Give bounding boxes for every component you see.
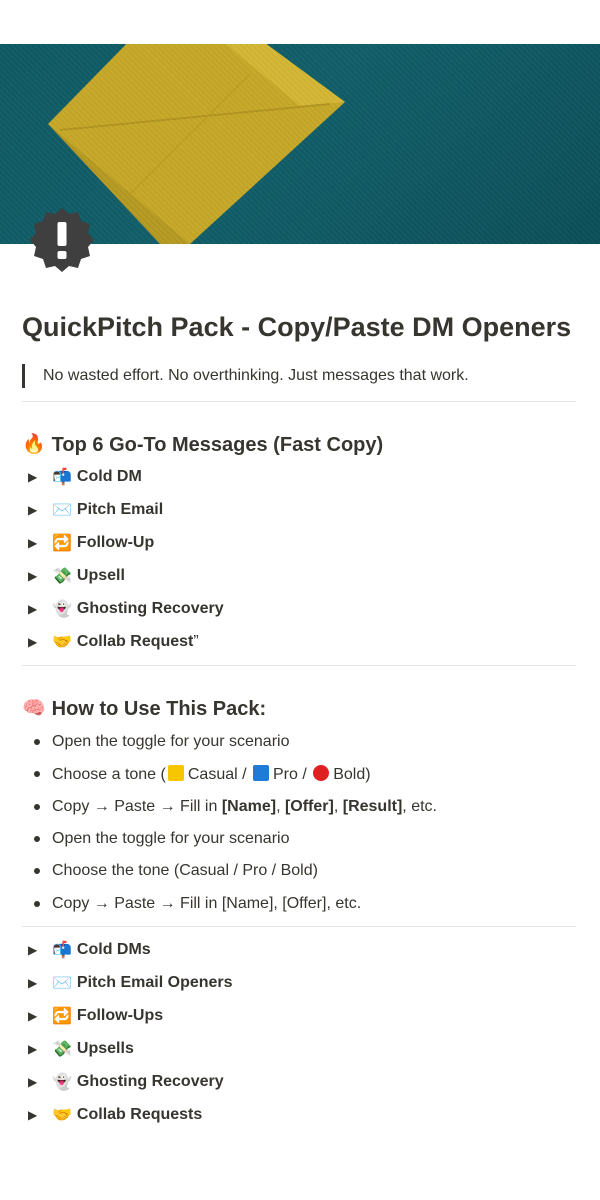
- top-bar: [0, 0, 600, 44]
- fire-icon: 🔥: [22, 434, 46, 455]
- red-circle-icon: [313, 764, 330, 781]
- toggle-label: Pitch Email Openers: [76, 974, 233, 992]
- toggle-follow-ups[interactable]: ▶ 🔁 Follow-Ups: [22, 1000, 576, 1033]
- howto-heading-text: How to Use This Pack:: [51, 698, 267, 720]
- toggle-label: Follow-Ups: [76, 1007, 164, 1025]
- toggle-label: Ghosting Recovery: [76, 1073, 224, 1091]
- list-item: Copy → Paste → Fill in [Name], [Offer], …: [22, 791, 576, 823]
- toggle-ghosting-recovery-section[interactable]: ▶ 👻 Ghosting Recovery: [22, 1066, 576, 1099]
- yellow-square-icon: [167, 764, 184, 781]
- list-item: Choose the tone (Casual / Pro / Bold): [22, 855, 576, 887]
- divider: [22, 665, 576, 666]
- toggle-triangle-icon[interactable]: ▶: [22, 1009, 52, 1023]
- list-item-text: Copy → Paste → Fill in [Name], [Offer], …: [52, 894, 362, 912]
- toggle-triangle-icon[interactable]: ▶: [22, 635, 52, 649]
- toggle-triangle-icon[interactable]: ▶: [22, 976, 52, 990]
- toggle-label: Pitch Email: [76, 500, 164, 518]
- toggle-triangle-icon[interactable]: ▶: [22, 943, 52, 957]
- bullet-dot: [22, 836, 52, 843]
- divider: [22, 401, 576, 402]
- top6-heading: 🔥 Top 6 Go-To Messages (Fast Copy): [22, 431, 576, 459]
- list-item: Copy → Paste → Fill in [Name], [Offer], …: [22, 887, 576, 919]
- bullet-dot: [22, 900, 52, 907]
- list-item: Open the toggle for your scenario: [22, 823, 576, 855]
- toggle-triangle-icon[interactable]: ▶: [22, 602, 52, 616]
- bullet-dot: [22, 739, 52, 746]
- list-item-text: Copy → Paste → Fill in [Name], [Offer], …: [52, 797, 437, 815]
- quote-block: No wasted effort. No overthinking. Just …: [22, 364, 576, 388]
- list-item: Choose a tone (Casual / Pro / Bold): [22, 758, 576, 790]
- page-content: QuickPitch Pack - Copy/Paste DM Openers …: [22, 310, 576, 1132]
- exclamation-badge-icon[interactable]: [30, 208, 94, 272]
- toggle-triangle-icon[interactable]: ▶: [22, 1075, 52, 1089]
- toggle-label: Upsell: [76, 566, 125, 584]
- toggle-pitch-email[interactable]: ▶ ✉️ Pitch Email: [22, 493, 576, 526]
- handshake-icon: 🤝: [52, 633, 72, 651]
- page-title: QuickPitch Pack - Copy/Paste DM Openers: [22, 312, 572, 342]
- bullet-dot: [22, 771, 52, 778]
- ghost-icon: 👻: [52, 600, 72, 618]
- envelope-icon: ✉️: [52, 501, 72, 519]
- toggle-collab-requests[interactable]: ▶ 🤝 Collab Requests: [22, 1099, 576, 1132]
- money-wings-icon: 💸: [52, 1041, 72, 1059]
- toggle-cold-dms[interactable]: ▶ 📬 Cold DMs: [22, 934, 576, 967]
- list-item-text: Open the toggle for your scenario: [52, 830, 290, 848]
- handshake-icon: 🤝: [52, 1107, 72, 1125]
- toggle-suffix: ”: [193, 632, 199, 650]
- mailbox-icon: 📬: [52, 468, 72, 486]
- toggle-upsell[interactable]: ▶ 💸 Upsell: [22, 559, 576, 592]
- toggle-label: Collab Requests: [76, 1106, 203, 1124]
- bullet-dot: [22, 803, 52, 810]
- top6-heading-text: Top 6 Go-To Messages (Fast Copy): [51, 434, 384, 456]
- toggle-collab-request[interactable]: ▶ 🤝 Collab Request”: [22, 625, 576, 658]
- toggle-triangle-icon[interactable]: ▶: [22, 1108, 52, 1122]
- repeat-icon: 🔁: [52, 1008, 72, 1026]
- toggle-triangle-icon[interactable]: ▶: [22, 503, 52, 517]
- brain-icon: 🧠: [22, 698, 46, 719]
- list-item-text: Open the toggle for your scenario: [52, 733, 290, 751]
- toggle-label: Ghosting Recovery: [76, 599, 224, 617]
- toggle-triangle-icon[interactable]: ▶: [22, 1042, 52, 1056]
- toggle-triangle-icon[interactable]: ▶: [22, 470, 52, 484]
- list-item-text: Choose a tone (Casual / Pro / Bold): [52, 764, 371, 783]
- toggle-follow-up[interactable]: ▶ 🔁 Follow-Up: [22, 526, 576, 559]
- toggle-triangle-icon[interactable]: ▶: [22, 569, 52, 583]
- money-wings-icon: 💸: [52, 567, 72, 585]
- list-item: Open the toggle for your scenario: [22, 726, 576, 758]
- toggle-pitch-email-openers[interactable]: ▶ ✉️ Pitch Email Openers: [22, 967, 576, 1000]
- toggle-label: Upsells: [76, 1040, 134, 1058]
- envelope-icon: ✉️: [52, 975, 72, 993]
- blue-square-icon: [253, 764, 269, 781]
- list-item-text: Choose the tone (Casual / Pro / Bold): [52, 862, 318, 880]
- toggle-upsells[interactable]: ▶ 💸 Upsells: [22, 1033, 576, 1066]
- repeat-icon: 🔁: [52, 534, 72, 552]
- ghost-icon: 👻: [52, 1074, 72, 1092]
- toggle-cold-dm[interactable]: ▶ 📬 Cold DM: [22, 460, 576, 493]
- mailbox-icon: 📬: [52, 942, 72, 960]
- toggle-label: Cold DMs: [76, 941, 151, 959]
- toggle-triangle-icon[interactable]: ▶: [22, 536, 52, 550]
- divider: [22, 925, 576, 927]
- bullet-dot: [22, 868, 52, 875]
- howto-heading: 🧠 How to Use This Pack:: [22, 695, 576, 723]
- toggle-label: Follow-Up: [76, 533, 155, 551]
- toggle-label: Collab Request: [76, 632, 194, 650]
- toggle-label: Cold DM: [76, 467, 142, 485]
- toggle-ghosting-recovery[interactable]: ▶ 👻 Ghosting Recovery: [22, 592, 576, 625]
